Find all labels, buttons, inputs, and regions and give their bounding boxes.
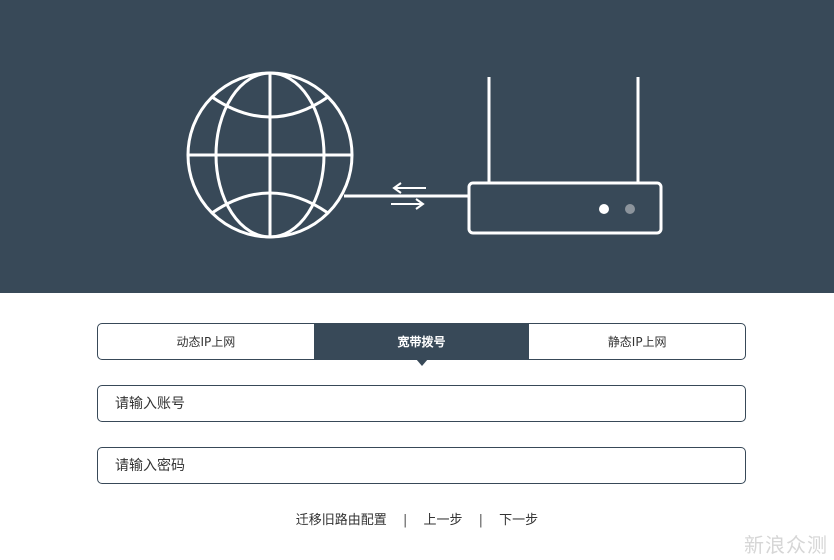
tab-static-ip[interactable]: 静态IP上网 <box>529 324 745 359</box>
router-led-idle <box>625 204 635 214</box>
hero-illustration <box>186 71 663 239</box>
password-input[interactable] <box>97 447 746 484</box>
router-led-active <box>599 204 609 214</box>
tab-dynamic-ip[interactable]: 动态IP上网 <box>98 324 314 359</box>
footer-separator: | <box>402 513 408 528</box>
connection-type-tabs: 动态IP上网 宽带拨号 静态IP上网 <box>97 323 746 366</box>
globe-icon <box>186 71 354 239</box>
footer-nav: 迁移旧路由配置 | 上一步 | 下一步 <box>0 509 834 528</box>
next-step-link[interactable]: 下一步 <box>499 513 538 528</box>
prev-step-link[interactable]: 上一步 <box>423 513 462 528</box>
account-input[interactable] <box>97 385 746 422</box>
watermark: 新浪众测 <box>744 533 828 557</box>
hero-banner <box>0 0 834 293</box>
migrate-config-link[interactable]: 迁移旧路由配置 <box>296 513 387 528</box>
footer-separator: | <box>478 513 484 528</box>
tab-pppoe[interactable]: 宽带拨号 <box>313 324 530 366</box>
